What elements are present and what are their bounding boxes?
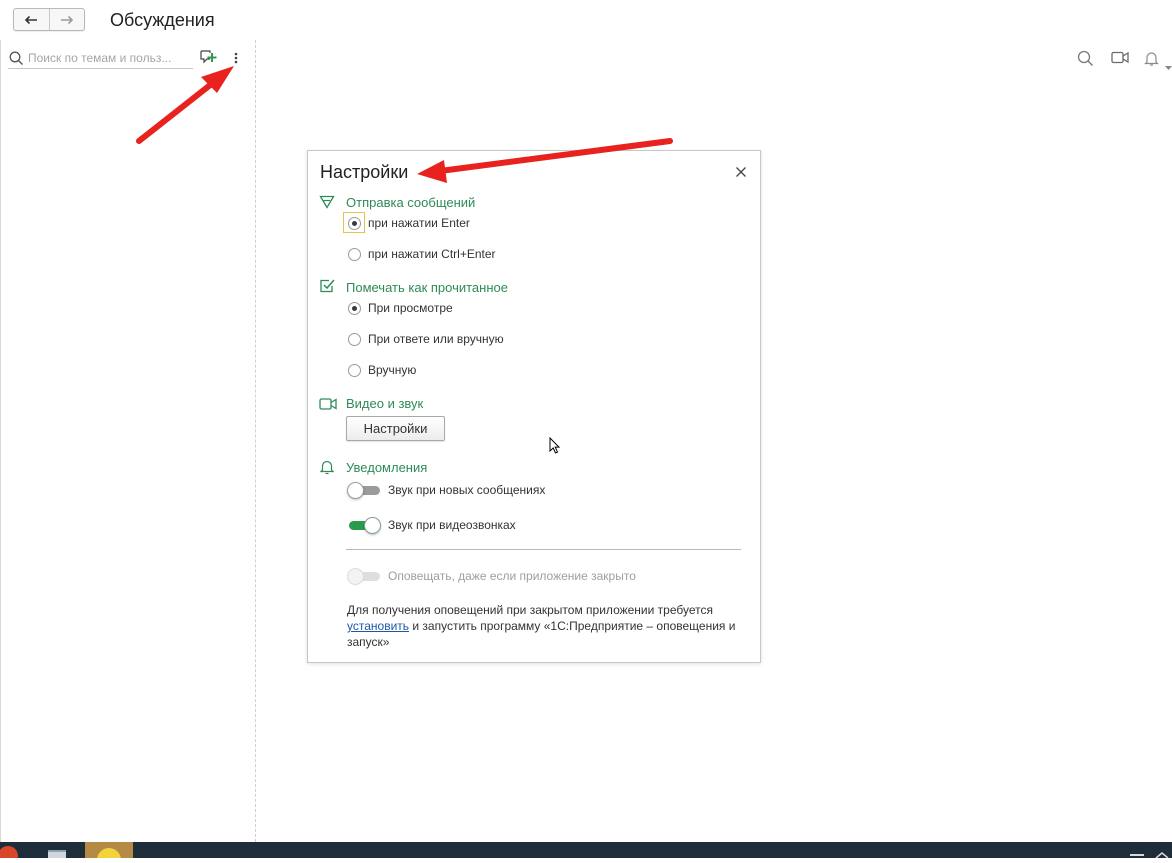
annotation-arrows <box>136 66 673 183</box>
annotation-arrow-to-dialog-title <box>417 138 673 183</box>
taskbar-window-icon[interactable] <box>46 842 70 858</box>
taskbar-start-icon[interactable] <box>0 842 20 863</box>
annotation-arrow-to-more <box>136 66 234 144</box>
taskbar <box>0 842 1172 863</box>
taskbar-tray-icons <box>1126 842 1172 859</box>
taskbar-1c-icon[interactable] <box>85 842 133 863</box>
